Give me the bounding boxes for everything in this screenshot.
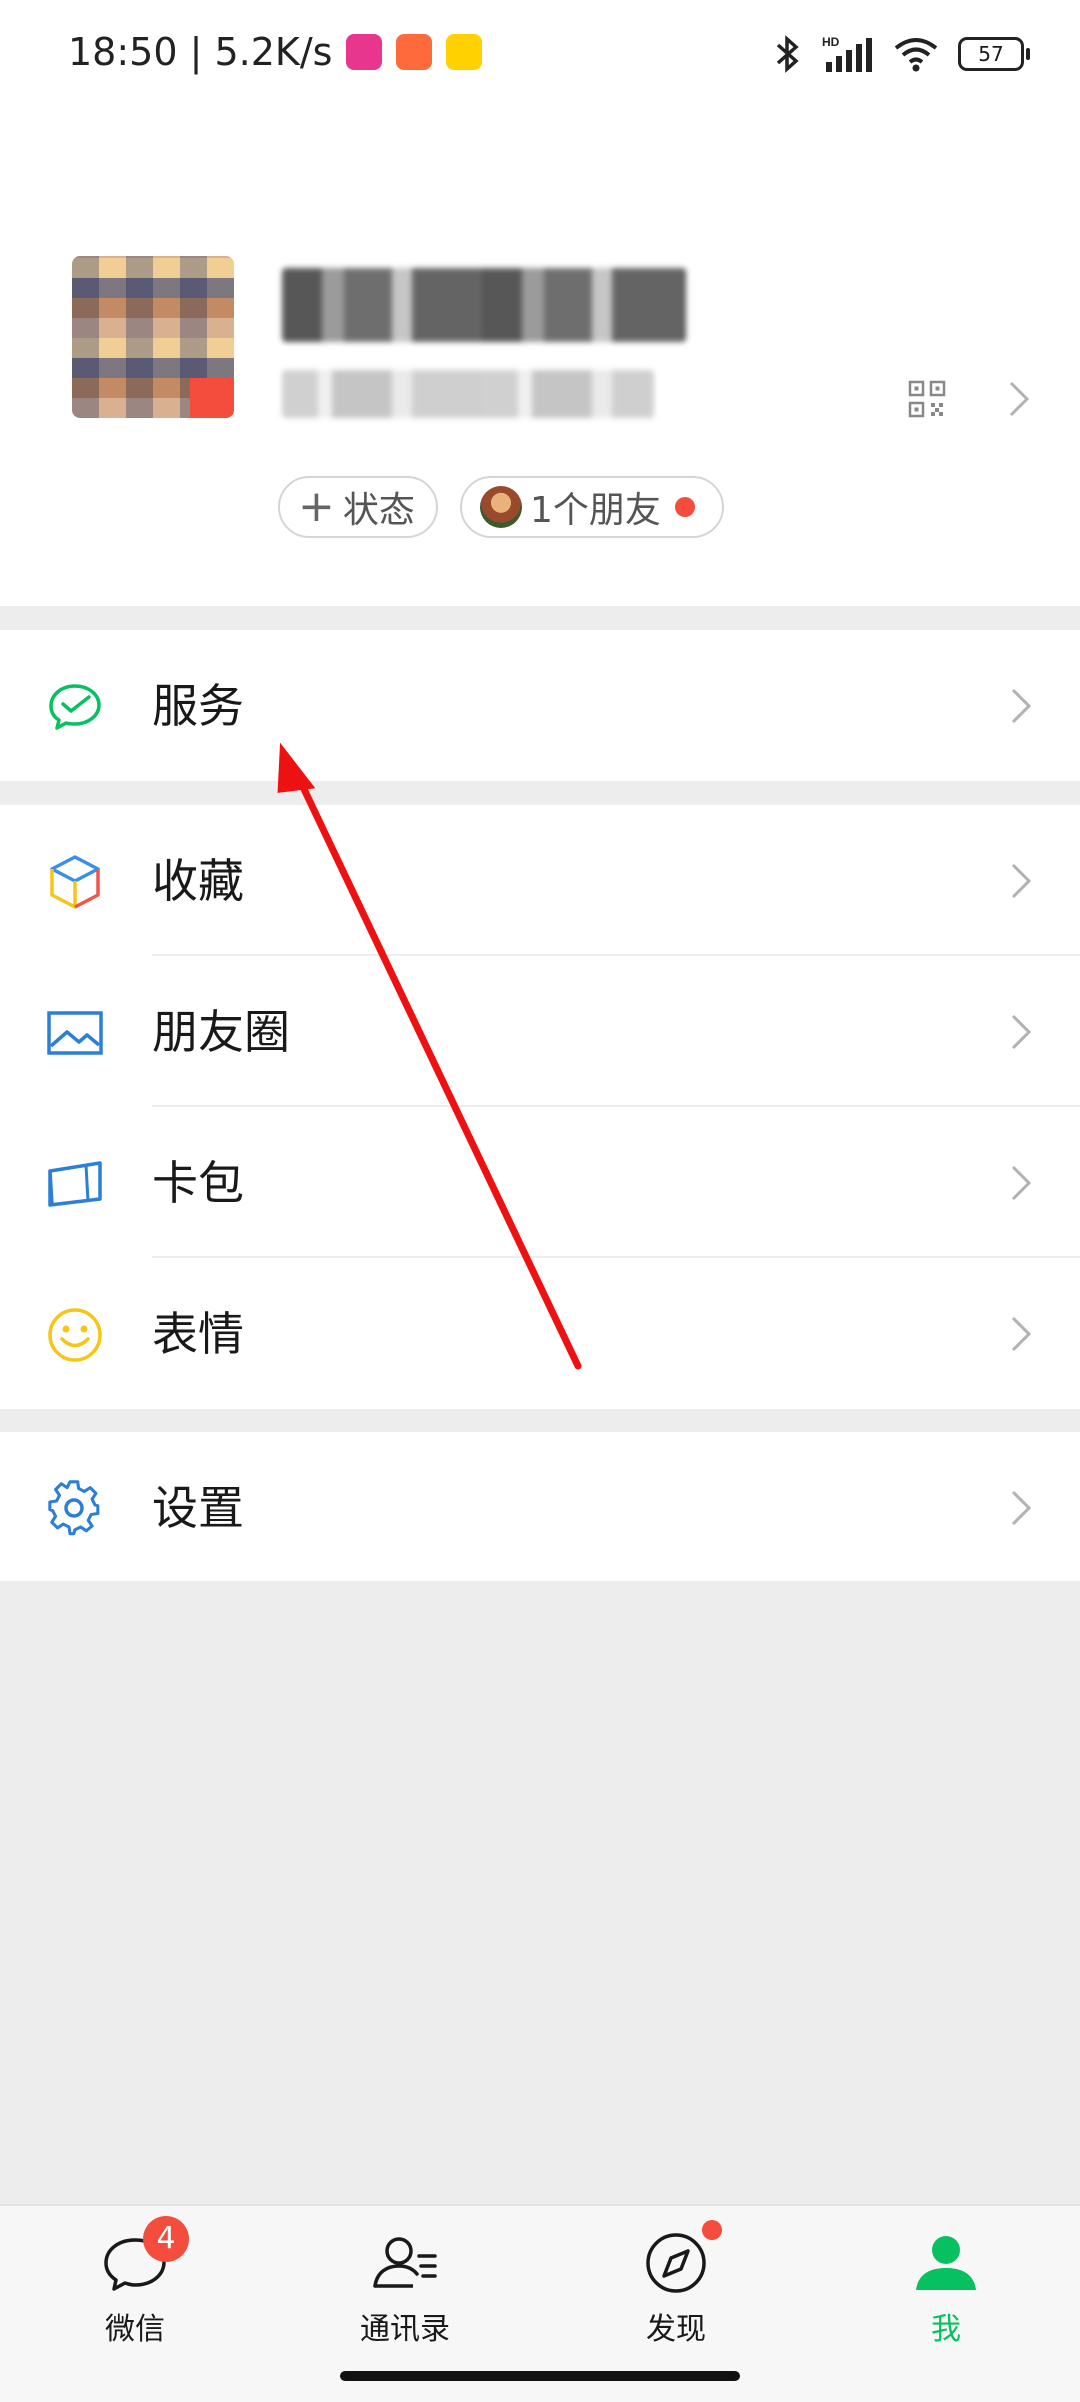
wechat-id-blurred — [282, 370, 654, 418]
contacts-icon — [369, 2226, 441, 2298]
menu-label-stickers: 表情 — [152, 1307, 244, 1361]
tab-me[interactable]: 我 — [866, 2226, 1026, 2348]
tab-label-me: 我 — [931, 2312, 961, 2347]
friends-button-label: 1个朋友 — [530, 490, 661, 531]
friend-avatar — [480, 486, 522, 528]
menu-label-settings: 设置 — [152, 1481, 244, 1535]
network-type-label: HD — [822, 35, 840, 49]
app-orange-icon — [396, 34, 433, 70]
card-icon — [48, 1161, 102, 1207]
wifi-icon — [894, 38, 938, 72]
menu-item-moments[interactable]: 朋友圈 — [0, 956, 1080, 1107]
wechat-pay-icon — [49, 684, 101, 730]
battery-indicator: 57 — [958, 37, 1030, 71]
tab-label-discover: 发现 — [646, 2312, 706, 2347]
tab-chats[interactable]: 4 微信 — [55, 2216, 215, 2348]
unread-badge: 4 — [143, 2216, 189, 2262]
nickname-blurred — [282, 268, 686, 342]
status-left: 18:50 | 5.2K/s — [68, 30, 483, 74]
chevron-right-icon — [1011, 688, 1032, 724]
menu-label-services: 服务 — [152, 679, 244, 733]
menu-item-favorites[interactable]: 收藏 — [0, 805, 1080, 956]
services-section: 服务 — [0, 630, 1080, 781]
picture-icon — [47, 1011, 103, 1055]
friends-status-button[interactable]: 1个朋友 — [460, 476, 724, 538]
chevron-right-icon — [1011, 1165, 1032, 1201]
tab-label-chats: 微信 — [105, 2312, 165, 2347]
cellular-signal-icon: HD — [822, 35, 872, 72]
cube-icon — [50, 855, 100, 909]
plus-icon: + — [298, 481, 335, 532]
chat-bubble-icon: 4 — [99, 2216, 189, 2298]
tab-discover[interactable]: 发现 — [596, 2220, 756, 2348]
compass-icon — [640, 2220, 722, 2298]
time-and-speed: 18:50 | 5.2K/s — [68, 30, 333, 74]
tab-label-contacts: 通讯录 — [360, 2312, 450, 2347]
qr-code-icon[interactable] — [908, 380, 946, 418]
gear-icon — [48, 1480, 100, 1536]
status-right: HD 57 — [770, 34, 1030, 74]
meituan-icon — [446, 34, 483, 70]
chevron-right-icon — [1011, 1014, 1032, 1050]
add-status-button[interactable]: + 状态 — [278, 476, 438, 538]
menu-item-settings[interactable]: 设置 — [0, 1432, 1080, 1581]
chevron-right-icon — [1011, 1490, 1032, 1526]
vipshop-icon — [346, 34, 383, 70]
status-button-label: 状态 — [342, 490, 415, 531]
chevron-right-icon — [1011, 1316, 1032, 1352]
menu-label-favorites: 收藏 — [152, 854, 244, 908]
notification-dot — [674, 497, 695, 517]
status-bar: 18:50 | 5.2K/s HD 57 — [0, 0, 1080, 118]
tab-contacts[interactable]: 通讯录 — [325, 2226, 485, 2348]
content-section: 收藏 朋友圈 卡包 表情 — [0, 805, 1080, 1409]
profile-header[interactable]: + 状态 1个朋友 — [0, 118, 1080, 606]
settings-section: 设置 — [0, 1432, 1080, 1581]
discover-red-dot — [702, 2220, 722, 2240]
bluetooth-icon — [776, 35, 799, 73]
menu-label-cards: 卡包 — [152, 1156, 244, 1210]
smile-icon — [48, 1308, 102, 1362]
menu-item-cards[interactable]: 卡包 — [0, 1107, 1080, 1258]
chevron-right-icon — [1011, 863, 1032, 899]
chevron-right-icon[interactable] — [1008, 380, 1030, 418]
menu-item-stickers[interactable]: 表情 — [0, 1258, 1080, 1409]
menu-item-services[interactable]: 服务 — [0, 630, 1080, 781]
home-indicator[interactable] — [340, 2371, 740, 2381]
avatar[interactable] — [72, 256, 234, 418]
menu-label-moments: 朋友圈 — [152, 1005, 290, 1059]
person-icon — [910, 2226, 982, 2298]
